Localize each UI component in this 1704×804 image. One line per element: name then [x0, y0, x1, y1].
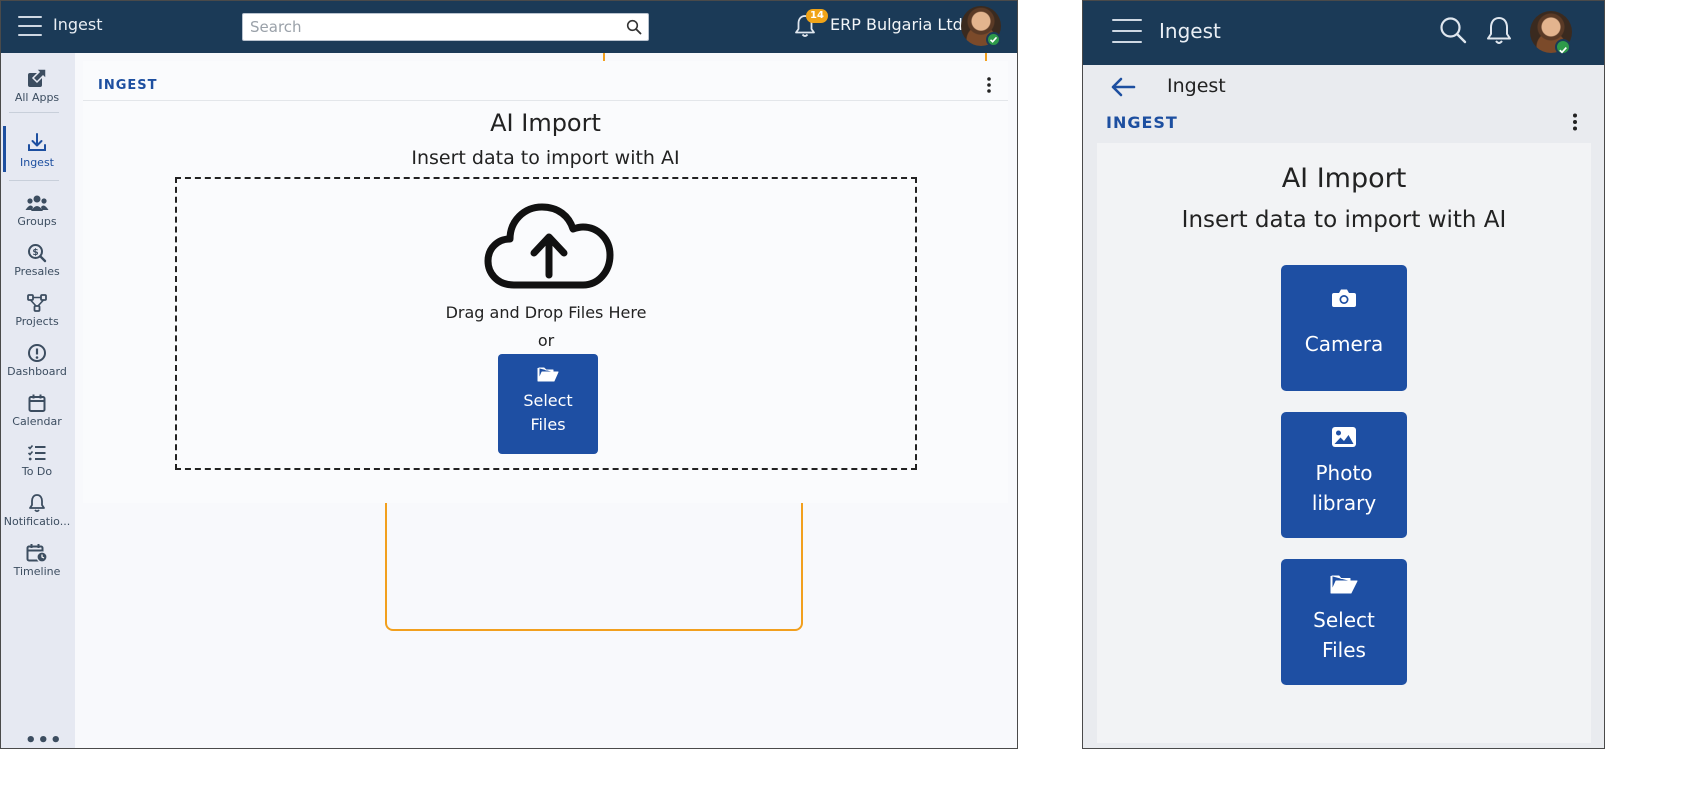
- page-title: Ingest: [1167, 75, 1226, 97]
- camera-label: Camera: [1304, 332, 1384, 356]
- select-files-button[interactable]: Select Files: [1281, 559, 1407, 685]
- kebab-menu-icon[interactable]: [1569, 111, 1581, 133]
- sidebar-item-groups[interactable]: Groups: [1, 193, 73, 228]
- sidebar-item-dashboard[interactable]: Dashboard: [1, 343, 73, 378]
- calendar-icon: [28, 394, 46, 412]
- drag-drop-text: Drag and Drop Files Here: [445, 303, 647, 322]
- panel-divider: [83, 100, 1008, 101]
- calendar-clock-icon: [26, 544, 48, 563]
- notifications-bell-icon[interactable]: [1484, 15, 1514, 47]
- select-files-label-line2: Files: [1322, 638, 1366, 662]
- back-arrow-icon[interactable]: [1109, 75, 1137, 99]
- search-box[interactable]: [242, 13, 649, 41]
- kebab-menu-icon[interactable]: [983, 75, 995, 95]
- select-files-label-line1: Select: [523, 391, 573, 410]
- or-text: or: [537, 331, 555, 350]
- folder-open-icon: [1330, 575, 1358, 594]
- sidebar-item-label: Calendar: [12, 415, 62, 428]
- sidebar-item-label: To Do: [21, 465, 53, 478]
- more-menu-icon[interactable]: •••: [25, 730, 63, 748]
- photo-library-label-line2: library: [1311, 491, 1377, 515]
- camera-button[interactable]: Camera: [1281, 265, 1407, 391]
- sidebar-item-label: Groups: [17, 215, 57, 228]
- cloud-upload-icon: [484, 203, 614, 289]
- svg-text:$: $: [32, 248, 38, 258]
- select-files-label-line2: Files: [530, 415, 566, 434]
- sidebar-item-label: Timeline: [13, 565, 61, 578]
- mobile-header: Ingest: [1083, 1, 1604, 65]
- select-files-label-line1: Select: [1313, 608, 1375, 632]
- folder-open-icon: [537, 367, 559, 382]
- mobile-window: Ingest Ingest INGEST AI Import Insert da…: [1082, 0, 1605, 749]
- page-subheading: Insert data to import with AI: [1181, 207, 1507, 233]
- users-icon: [25, 195, 49, 211]
- page-heading: AI Import: [490, 109, 601, 137]
- desktop-window: Ingest 14 ERP Bulgaria Ltd All Apps Inge…: [0, 0, 1018, 749]
- highlight-outline: [385, 501, 803, 631]
- sidebar-item-ingest[interactable]: Ingest: [1, 132, 73, 169]
- section-title: INGEST: [1106, 113, 1178, 132]
- sidebar-item-label: Ingest: [19, 156, 54, 169]
- external-link-icon: [28, 68, 47, 87]
- page-heading: AI Import: [1281, 163, 1407, 194]
- sidebar-divider: [9, 112, 59, 113]
- sidebar-item-projects[interactable]: Projects: [1, 293, 73, 328]
- ingest-card: AI Import Insert data to import with AI …: [1097, 143, 1591, 743]
- ingest-panel: INGEST AI Import Insert data to import w…: [83, 61, 1008, 503]
- sidebar-item-label: Projects: [15, 315, 59, 328]
- search-icon[interactable]: [626, 19, 642, 35]
- sidebar-divider: [9, 180, 59, 181]
- sidebar-item-label: All Apps: [14, 91, 60, 104]
- photo-library-button[interactable]: Photo library: [1281, 412, 1407, 538]
- top-header: Ingest 14 ERP Bulgaria Ltd: [1, 1, 1017, 53]
- main-content: INGEST AI Import Insert data to import w…: [75, 53, 1017, 748]
- organization-name[interactable]: ERP Bulgaria Ltd: [830, 15, 963, 34]
- app-name: Ingest: [53, 15, 103, 34]
- online-status-icon: [986, 32, 1001, 47]
- sidebar-nav: All Apps Ingest Groups $ Presales Projec…: [1, 53, 75, 748]
- search-icon[interactable]: [1438, 15, 1468, 45]
- sidebar-item-to-do[interactable]: To Do: [1, 443, 73, 478]
- photo-library-label-line1: Photo: [1315, 461, 1373, 485]
- search-input[interactable]: [243, 14, 613, 40]
- online-status-icon: [1555, 39, 1571, 55]
- panel-title: INGEST: [98, 78, 158, 93]
- bell-icon: [29, 494, 45, 513]
- sidebar-item-calendar[interactable]: Calendar: [1, 393, 73, 428]
- page-subheading: Insert data to import with AI: [411, 147, 680, 169]
- camera-icon: [1332, 289, 1356, 307]
- project-tree-icon: [27, 294, 47, 312]
- app-name: Ingest: [1159, 19, 1221, 43]
- sidebar-item-label: Presales: [14, 265, 60, 278]
- sidebar-item-timeline[interactable]: Timeline: [1, 543, 73, 578]
- checklist-icon: [27, 444, 46, 461]
- notification-count-badge: 14: [806, 9, 828, 23]
- file-drop-zone[interactable]: Drag and Drop Files Here or Select Files: [175, 177, 917, 470]
- hamburger-menu-icon[interactable]: [18, 16, 42, 36]
- sidebar-item-presales[interactable]: $ Presales: [1, 243, 73, 278]
- hamburger-menu-icon[interactable]: [1112, 19, 1142, 45]
- sidebar-item-notifications[interactable]: Notificatio...: [1, 493, 73, 528]
- select-files-button[interactable]: Select Files: [498, 354, 598, 454]
- sidebar-item-all-apps[interactable]: All Apps: [1, 67, 73, 104]
- sidebar-item-label: Dashboard: [7, 365, 67, 378]
- sidebar-item-label: Notificatio...: [3, 515, 71, 528]
- download-icon: [28, 133, 46, 151]
- info-circle-icon: [28, 344, 46, 362]
- dollar-search-icon: $: [28, 244, 47, 263]
- image-icon: [1332, 427, 1356, 447]
